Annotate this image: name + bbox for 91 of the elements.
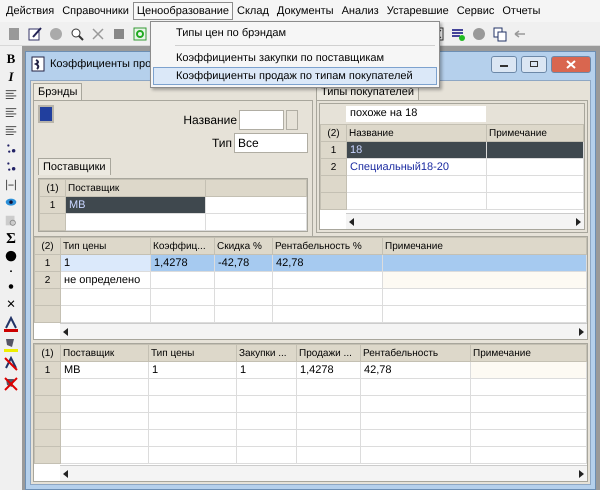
- clear-fill-icon[interactable]: [3, 376, 19, 392]
- table-cell: МВ: [60, 362, 148, 378]
- menu-item[interactable]: Анализ: [338, 2, 383, 20]
- horizontal-scrollbar[interactable]: [60, 465, 587, 481]
- clear-font-icon[interactable]: [3, 356, 19, 372]
- column-header[interactable]: Примечание: [382, 238, 586, 254]
- table-cell: 42,78: [272, 254, 382, 272]
- row-number: 1: [40, 196, 66, 214]
- large-dot-icon[interactable]: [3, 250, 19, 264]
- row-number: 1: [320, 142, 346, 158]
- table-cell: 1: [236, 362, 296, 378]
- column-header[interactable]: Примечание: [486, 124, 584, 142]
- menu-item[interactable]: Справочники: [58, 2, 133, 20]
- fill-color-icon[interactable]: [3, 336, 19, 352]
- table-row[interactable]: 2 Специальный18-20: [320, 158, 584, 176]
- table-cell: МВ: [66, 196, 206, 214]
- row-count: (2): [34, 238, 60, 254]
- remove-button[interactable]: ×: [6, 298, 16, 312]
- column-header[interactable]: Закупки ...: [236, 344, 296, 362]
- menu-item[interactable]: Устаревшие: [382, 2, 453, 20]
- type-field[interactable]: Все: [234, 133, 308, 153]
- column-width-icon[interactable]: [3, 178, 19, 192]
- minimize-button[interactable]: [491, 56, 517, 72]
- scroll-left-icon[interactable]: [63, 470, 69, 478]
- tab[interactable]: Брэнды: [33, 83, 82, 100]
- name-field[interactable]: [239, 110, 284, 130]
- window-app-icon[interactable]: [30, 56, 46, 72]
- table-row[interactable]: 1 МВ 1 1 1,4278 42,78: [34, 362, 586, 378]
- table-row[interactable]: 1 18: [320, 142, 584, 158]
- table-cell: 1,4278: [296, 362, 360, 378]
- filter-field[interactable]: похоже на 18: [346, 106, 486, 122]
- field-label: Тип: [212, 136, 232, 150]
- table-cell: -42,78: [214, 254, 272, 272]
- row-number: 2: [34, 272, 60, 288]
- row-count: (2): [320, 124, 346, 142]
- row-number: 1: [34, 254, 60, 272]
- font-color-icon[interactable]: [3, 316, 19, 332]
- menu-item[interactable]: Склад: [233, 2, 273, 20]
- column-header[interactable]: Поставщик: [60, 344, 148, 362]
- copy-icon[interactable]: [492, 26, 508, 42]
- menu-option[interactable]: Типы цен по брэндам: [153, 24, 437, 42]
- column-header[interactable]: Рентабельность: [360, 344, 470, 362]
- row-count: (1): [34, 344, 60, 362]
- table-cell: 1: [148, 362, 236, 378]
- close-icon: [566, 60, 576, 68]
- field-label: Название: [183, 113, 237, 127]
- column-header[interactable]: Поставщик: [66, 180, 206, 196]
- column-header[interactable]: Коэффиц...: [150, 238, 214, 254]
- menu-item[interactable]: Сервис: [452, 2, 498, 20]
- maximize-button[interactable]: [521, 56, 547, 72]
- search-icon[interactable]: [69, 26, 85, 42]
- menu-item[interactable]: Отчеты: [498, 2, 544, 20]
- bold-button[interactable]: B: [6, 52, 16, 66]
- maximize-icon: [529, 60, 539, 68]
- scroll-right-icon[interactable]: [578, 328, 584, 336]
- table-cell: Специальный18-20: [346, 158, 486, 176]
- scroll-left-icon[interactable]: [63, 328, 69, 336]
- scroll-right-icon[interactable]: [578, 470, 584, 478]
- column-header[interactable]: Название: [346, 124, 486, 142]
- horizontal-scrollbar[interactable]: [346, 213, 584, 229]
- column-header[interactable]: Продажи ...: [296, 344, 360, 362]
- close-button[interactable]: [551, 56, 591, 72]
- menu-option[interactable]: Коэффициенты продаж по типам покупателей: [153, 67, 437, 85]
- scroll-left-icon[interactable]: [349, 218, 355, 226]
- column-header[interactable]: Тип цены: [148, 344, 236, 362]
- edit-icon[interactable]: [27, 26, 43, 42]
- table-cell: 42,78: [360, 362, 470, 378]
- menu-item[interactable]: Действия: [2, 2, 58, 20]
- table-row[interactable]: 1 1 1,4278 -42,78 42,78: [34, 254, 586, 272]
- table-cell: 1: [60, 254, 150, 272]
- scroll-right-icon[interactable]: [575, 218, 581, 226]
- column-header[interactable]: Скидка %: [214, 238, 272, 254]
- sum-button[interactable]: Σ: [6, 232, 16, 246]
- table-row[interactable]: 1 МВ: [40, 196, 306, 214]
- table-row[interactable]: 2 не определено: [34, 272, 586, 288]
- menu-item[interactable]: Ценообразование: [132, 2, 234, 20]
- menu-item[interactable]: Документы: [272, 2, 338, 20]
- row-count: (1): [40, 180, 66, 196]
- horizontal-scrollbar[interactable]: [60, 323, 587, 339]
- column-header[interactable]: Примечание: [470, 344, 586, 362]
- menu-option[interactable]: Коэффициенты закупки по поставщикам: [153, 49, 437, 67]
- column-header[interactable]: Тип цены: [60, 238, 150, 254]
- table-cell: 18: [346, 142, 486, 158]
- row-number: 2: [320, 158, 346, 176]
- column-header[interactable]: Рентабельность %: [272, 238, 382, 254]
- row-number: 1: [34, 362, 60, 378]
- tab[interactable]: Поставщики: [38, 158, 111, 175]
- italic-button[interactable]: I: [8, 70, 14, 84]
- table-cell: 1,4278: [150, 254, 214, 272]
- align-left-icon[interactable]: [3, 88, 19, 102]
- table-cell: не определено: [60, 272, 150, 288]
